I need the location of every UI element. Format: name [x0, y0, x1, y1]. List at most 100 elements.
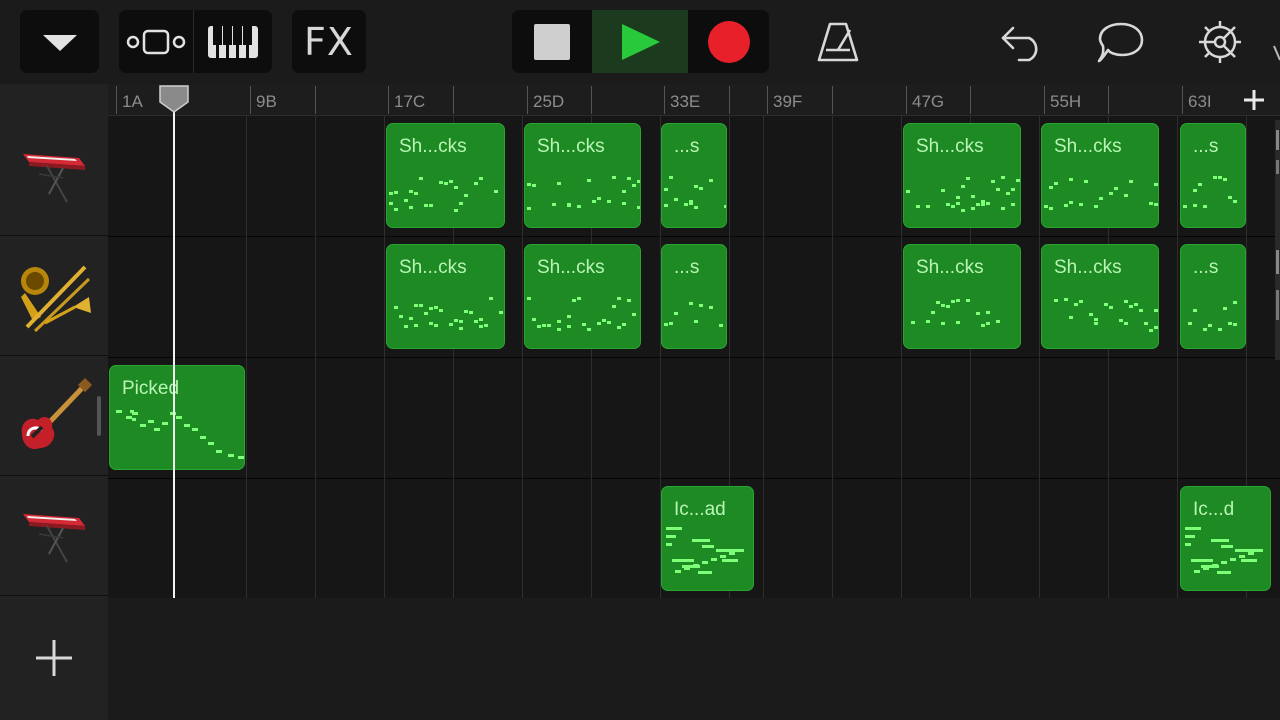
section-marker-33e[interactable]: 33E — [664, 92, 700, 112]
transport-controls — [512, 10, 769, 73]
region-name: ...s — [1193, 136, 1219, 157]
ruler-tick — [453, 86, 454, 114]
region-name: Sh...cks — [1054, 136, 1122, 157]
add-section-button[interactable] — [1238, 84, 1270, 116]
undo-icon — [1001, 26, 1038, 62]
synth-keyboard-icon — [23, 153, 85, 202]
play-button[interactable] — [592, 10, 688, 73]
section-marker-17c[interactable]: 17C — [388, 92, 425, 112]
plus-icon — [1244, 90, 1264, 110]
add-track-button[interactable] — [26, 630, 82, 686]
lane-bass[interactable] — [108, 358, 1280, 479]
midi-region[interactable]: Sh...cks — [524, 123, 641, 228]
grid-line — [384, 116, 385, 598]
loop-icon — [1097, 22, 1144, 63]
region-name: Sh...cks — [1054, 257, 1122, 278]
synth-keyboard-icon — [23, 513, 85, 562]
track-header-keyboard-2[interactable] — [0, 476, 108, 596]
settings-icon — [1199, 21, 1241, 63]
midi-region[interactable]: ...s — [661, 244, 727, 349]
midi-region[interactable]: Sh...cks — [903, 123, 1021, 228]
midi-region[interactable]: Ic...ad — [661, 486, 754, 591]
region-name: Sh...cks — [537, 257, 605, 278]
stop-button[interactable] — [512, 10, 592, 73]
track-headers — [0, 84, 108, 720]
fx-button[interactable]: FX — [292, 10, 366, 73]
play-icon — [622, 23, 660, 60]
section-marker-63i[interactable]: 63I — [1182, 92, 1212, 112]
ruler-tick — [1108, 86, 1109, 114]
ruler-tick — [591, 86, 592, 114]
region-name: Sh...cks — [537, 136, 605, 157]
ruler-tick — [970, 86, 971, 114]
timeline-ruler[interactable]: 1A 9B 17C 25D 33E 39F 47G 55H 63I — [108, 84, 1280, 116]
undo-button[interactable] — [992, 14, 1052, 70]
region-name: ...s — [1193, 257, 1219, 278]
section-marker-47g[interactable]: 47G — [906, 92, 944, 112]
midi-region[interactable]: Sh...cks — [386, 244, 505, 349]
ruler-tick — [729, 86, 730, 114]
track-header-brass[interactable] — [0, 236, 108, 356]
midi-region[interactable]: Sh...cks — [903, 244, 1021, 349]
piano-keyboard-icon — [208, 25, 258, 58]
midi-region[interactable]: Ic...d — [1180, 486, 1271, 591]
header-resize-handle[interactable] — [97, 396, 101, 436]
grid-line — [315, 116, 316, 598]
plus-icon — [36, 640, 72, 676]
record-button[interactable] — [688, 10, 769, 73]
scroll-indicator — [1275, 120, 1280, 360]
midi-region[interactable]: ...s — [1180, 123, 1246, 228]
track-lanes: Sh...cks Sh...cks ...s Sh...cks Sh...cks ...s… — [108, 116, 1280, 720]
garageband-tracks-view: FX 1A 9B 17C 25D 33E 39F 47G 55H 63I Sh.… — [0, 0, 1280, 720]
settings-button[interactable] — [1190, 14, 1250, 70]
brass-horns-icon — [21, 265, 91, 332]
midi-region[interactable]: Sh...cks — [1041, 123, 1159, 228]
region-name: Sh...cks — [399, 257, 467, 278]
grid-line — [1177, 116, 1178, 598]
region-name: Ic...d — [1193, 499, 1235, 520]
my-songs-button[interactable] — [20, 10, 99, 73]
midi-region[interactable]: Sh...cks — [1041, 244, 1159, 349]
track-header-keyboard[interactable] — [0, 116, 108, 236]
ruler-tick — [832, 86, 833, 114]
tracks-view-icon — [126, 29, 186, 54]
region-name: Sh...cks — [916, 257, 984, 278]
midi-region[interactable]: Sh...cks — [386, 123, 505, 228]
view-switch-group — [119, 10, 272, 73]
grid-line — [763, 116, 764, 598]
midi-region[interactable]: Sh...cks — [524, 244, 641, 349]
section-marker-39f[interactable]: 39F — [767, 92, 802, 112]
stop-icon — [534, 23, 570, 60]
loop-browser-button[interactable] — [1091, 14, 1151, 70]
grid-line — [246, 116, 247, 598]
fx-label: FX — [304, 19, 354, 64]
metronome-button[interactable] — [808, 14, 868, 70]
track-header-bass[interactable] — [0, 356, 108, 476]
playhead-line — [173, 100, 175, 598]
section-marker-55h[interactable]: 55H — [1044, 92, 1081, 112]
midi-region[interactable]: ...s — [661, 123, 727, 228]
grid-line — [522, 116, 523, 598]
section-marker-9b[interactable]: 9B — [250, 92, 277, 112]
bass-guitar-icon — [21, 377, 92, 449]
top-toolbar: FX — [0, 0, 1280, 84]
chevron-down-icon — [42, 34, 77, 51]
region-name: ...s — [674, 136, 700, 157]
playhead-handle[interactable] — [158, 84, 190, 114]
empty-track-area — [108, 598, 1280, 720]
region-name: Sh...cks — [399, 136, 467, 157]
region-name: Picked — [122, 378, 180, 399]
grid-line — [901, 116, 902, 598]
grid-line — [1039, 116, 1040, 598]
ruler-tick — [315, 86, 316, 114]
metronome-icon — [817, 22, 859, 62]
midi-region[interactable]: Picked — [109, 365, 245, 470]
section-marker-1a[interactable]: 1A — [116, 92, 143, 112]
tracks-view-button[interactable] — [119, 10, 193, 73]
region-name: Ic...ad — [674, 499, 726, 520]
section-marker-25d[interactable]: 25D — [527, 92, 564, 112]
overflow-edge — [1272, 44, 1280, 62]
midi-region[interactable]: ...s — [1180, 244, 1246, 349]
instrument-view-button[interactable] — [194, 10, 272, 73]
grid-line — [832, 116, 833, 598]
